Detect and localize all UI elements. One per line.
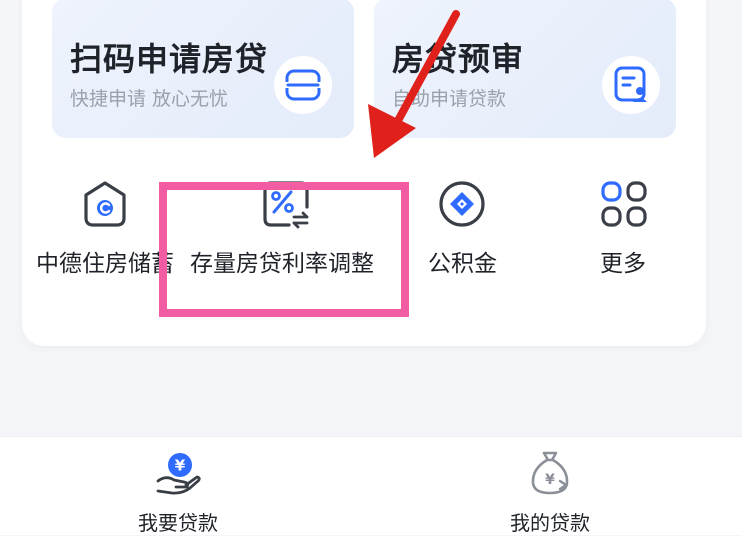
scan-apply-title: 扫码申请房贷 <box>70 40 269 78</box>
shortcut-more-label: 更多 <box>600 251 646 277</box>
money-bag-icon: ¥ <box>531 451 569 495</box>
provident-fund-icon <box>434 176 490 232</box>
more-grid-icon <box>596 176 652 232</box>
svg-text:¥: ¥ <box>545 472 555 488</box>
tab-apply-loan-label: 我要贷款 <box>138 511 218 535</box>
shortcut-more[interactable]: 更多 <box>582 170 672 280</box>
tab-apply-loan[interactable]: ¥ 我要贷款 <box>78 437 278 535</box>
shortcut-rate-adjust-label: 存量房贷利率调整 <box>190 251 374 277</box>
tab-my-loans[interactable]: ¥ 我的贷款 <box>450 437 650 535</box>
bottom-tab-bar: ¥ 我要贷款 ¥ 我的贷款 <box>0 436 742 535</box>
rate-adjust-icon <box>258 176 314 232</box>
svg-text:¥: ¥ <box>175 457 186 475</box>
loan-hand-icon: ¥ <box>156 453 201 495</box>
shortcut-provident-fund-label: 公积金 <box>428 251 497 277</box>
shortcut-rate-adjust[interactable]: 存量房贷利率调整 <box>170 170 410 280</box>
scan-apply-subtitle: 快捷申请 放心无忧 <box>70 88 229 110</box>
scan-icon <box>274 56 332 114</box>
scan-apply-card[interactable]: 扫码申请房贷 快捷申请 放心无忧 <box>52 0 354 138</box>
pointer-arrow-icon <box>368 10 460 158</box>
shortcut-provident-fund[interactable]: 公积金 <box>418 170 508 280</box>
shortcut-housing-savings[interactable]: 中德住房储蓄 <box>30 170 180 280</box>
shortcut-housing-savings-label: 中德住房储蓄 <box>36 251 174 277</box>
document-user-icon <box>602 56 660 114</box>
housing-savings-icon <box>77 176 133 232</box>
tab-my-loans-label: 我的贷款 <box>510 511 590 535</box>
